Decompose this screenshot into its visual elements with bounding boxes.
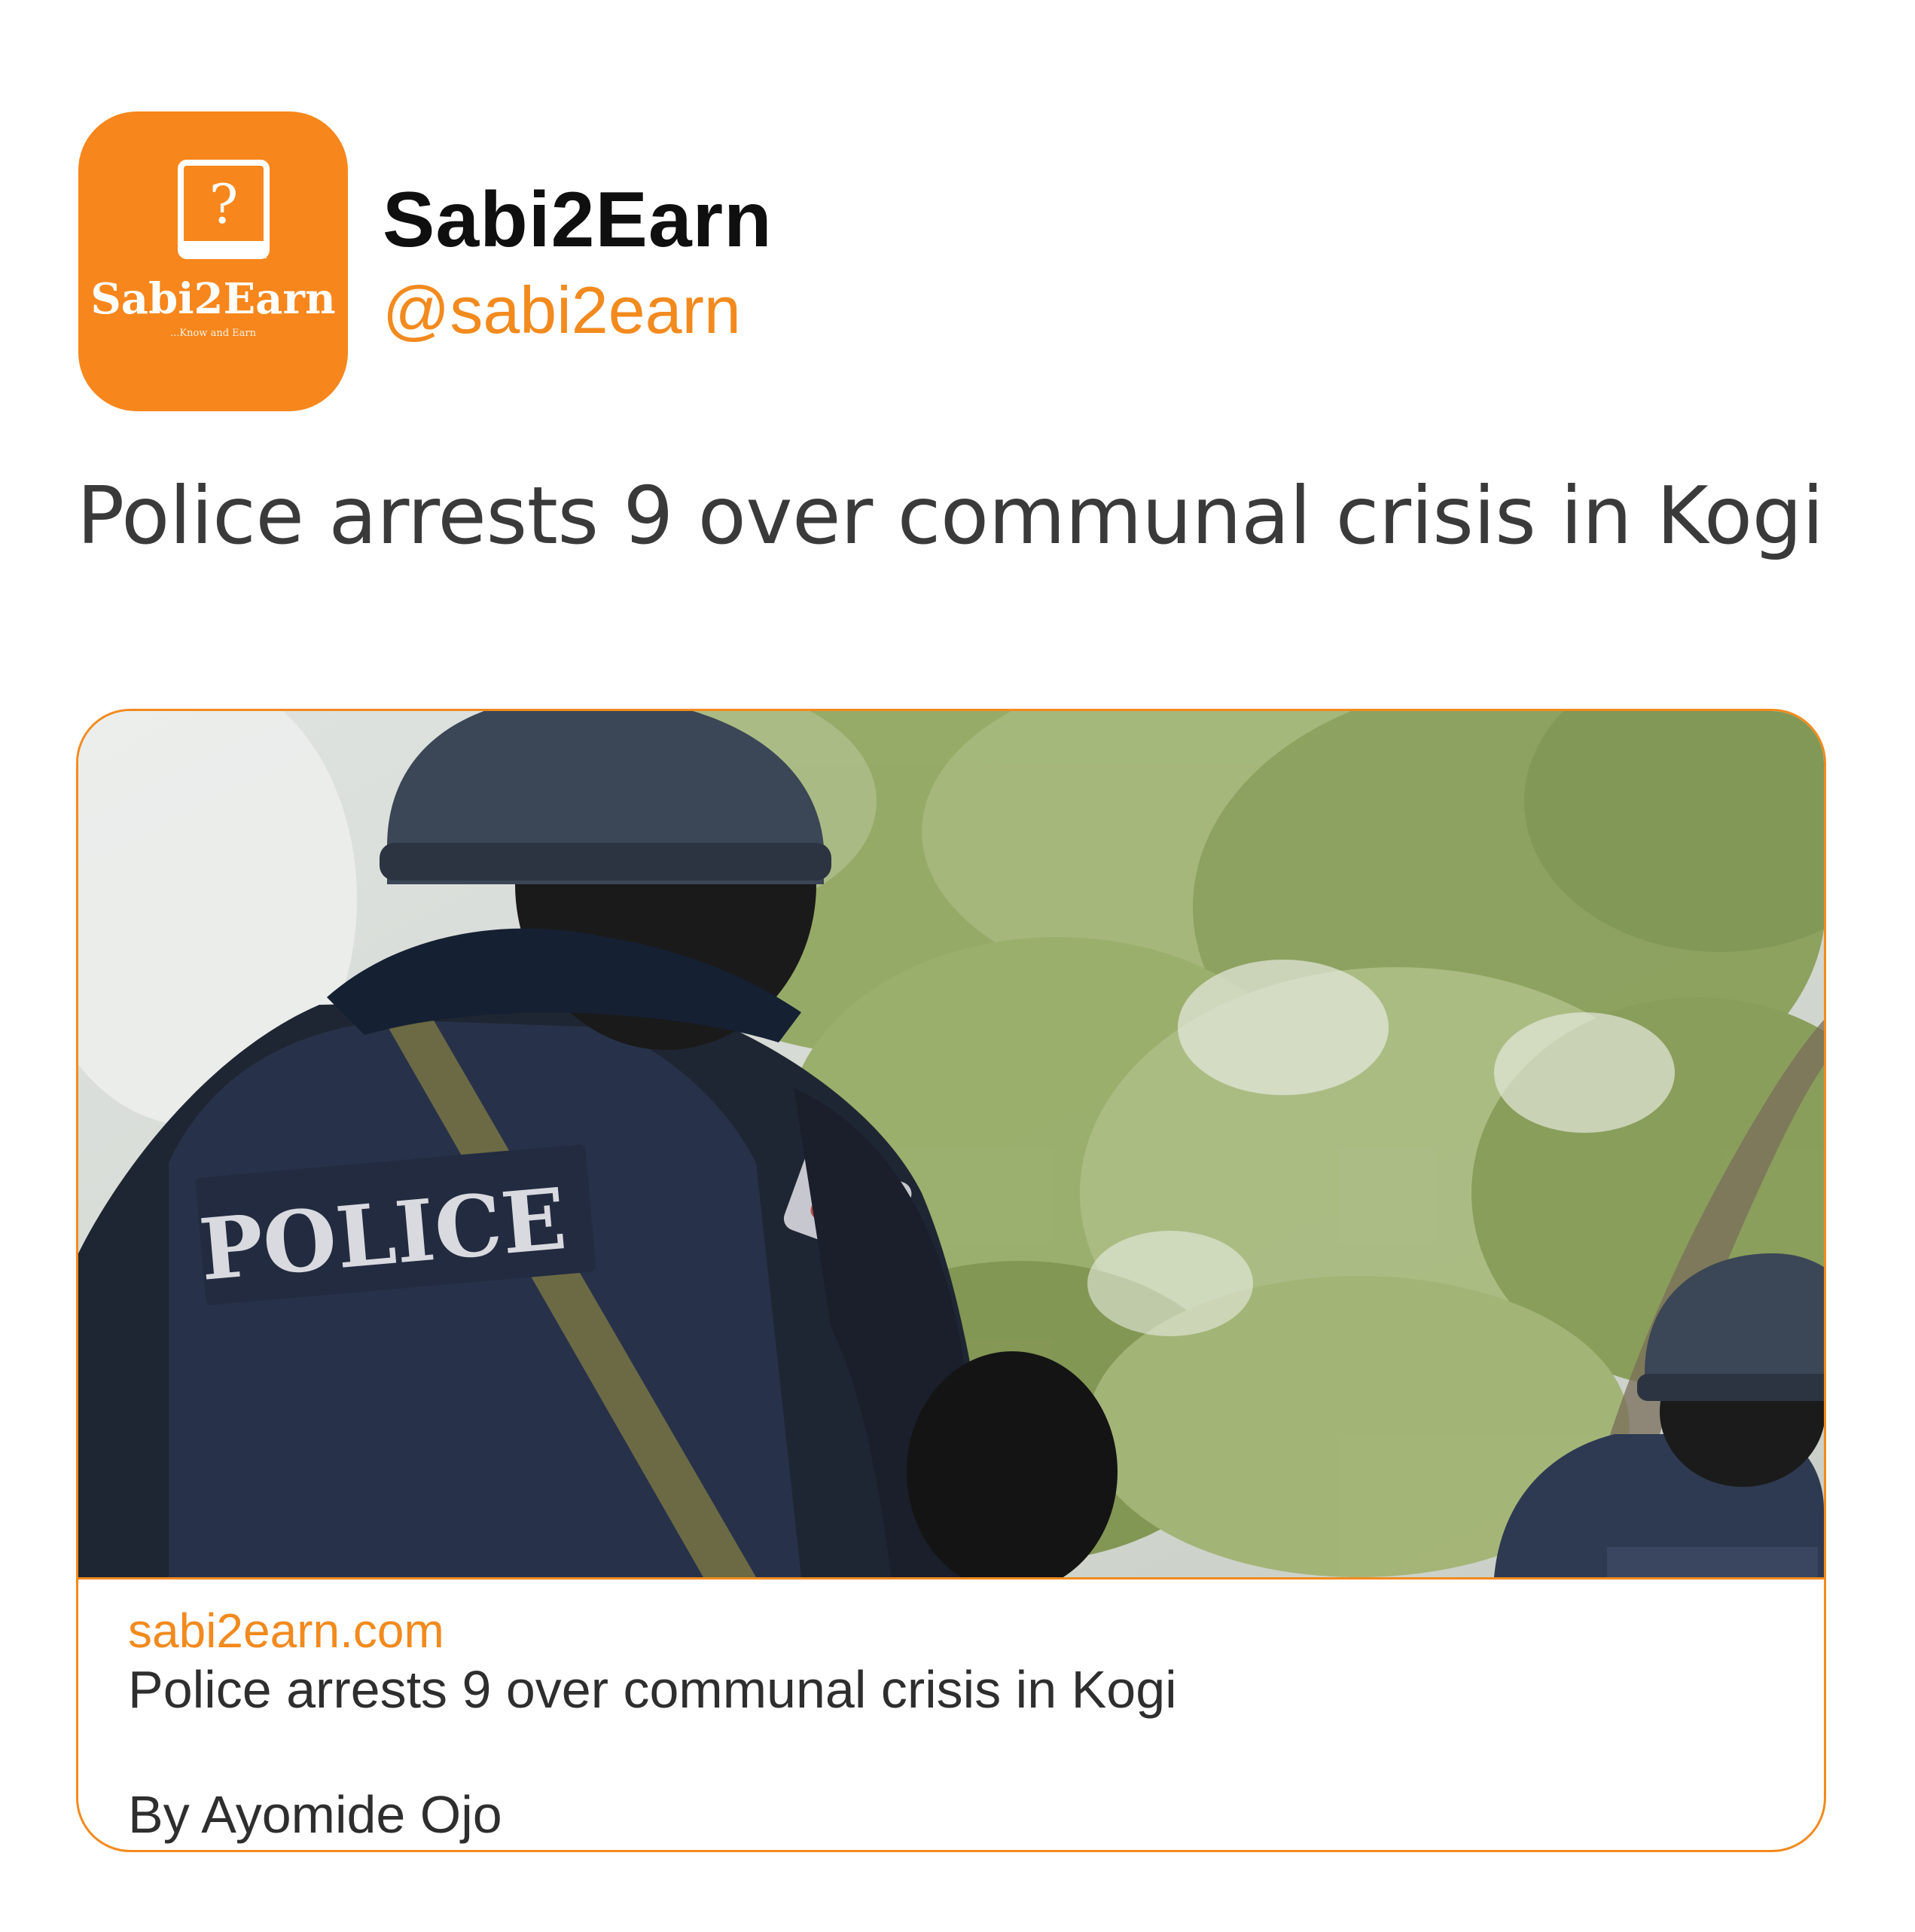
link-description: By Ayomide Ojo [128, 1785, 502, 1844]
avatar[interactable]: ? Sabi2Earn ...Know and Earn [78, 111, 348, 411]
display-name[interactable]: Sabi2Earn [383, 181, 773, 259]
link-title[interactable]: Police arrests 9 over communal crisis in… [128, 1663, 1177, 1716]
svg-text:?: ? [209, 172, 239, 236]
post-text: Police arrests 9 over communal crisis in… [77, 470, 1824, 562]
sabi2earn-logo: ? Sabi2Earn ...Know and Earn [90, 160, 336, 339]
link-preview-image[interactable]: POLICE [78, 711, 1824, 1579]
svg-text:...Know and Earn: ...Know and Earn [170, 328, 257, 339]
police-officers-photo: POLICE [78, 711, 1824, 1577]
link-preview-card[interactable]: POLICE sabi2earn.com Police arrests 9 ov… [76, 709, 1826, 1852]
user-handle[interactable]: @sabi2earn [383, 277, 741, 343]
link-domain[interactable]: sabi2earn.com [128, 1607, 444, 1655]
svg-text:Sabi2Earn: Sabi2Earn [90, 274, 335, 324]
book-question-icon: ? [178, 160, 270, 259]
